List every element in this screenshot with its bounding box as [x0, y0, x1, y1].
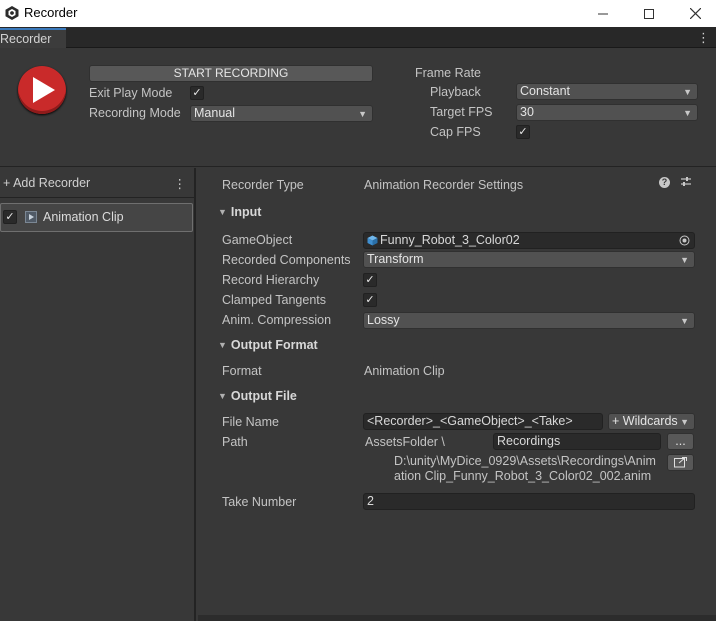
recorder-list-header: + Add Recorder ⋮	[0, 168, 194, 198]
open-output-folder-button[interactable]	[667, 454, 694, 471]
recording-controls: START RECORDING Exit Play Mode ✓ Recordi…	[0, 48, 716, 167]
unity-logo-icon	[5, 6, 19, 20]
path-folder-field[interactable]: Recordings	[493, 433, 661, 450]
chevron-down-icon: ▼	[358, 109, 367, 119]
frame-rate-label: Frame Rate	[415, 66, 481, 80]
kebab-menu-icon[interactable]: ⋮	[174, 176, 187, 191]
chevron-down-icon: ▼	[683, 108, 692, 118]
anim-compression-value: Lossy	[367, 313, 400, 327]
anim-compression-dropdown[interactable]: Lossy ▼	[363, 312, 695, 329]
recorder-type-value: Animation Recorder Settings	[364, 178, 524, 192]
record-hierarchy-checkbox[interactable]: ✓	[363, 273, 377, 287]
add-recorder-button[interactable]: + Add Recorder	[3, 176, 90, 190]
cap-fps-label: Cap FPS	[430, 125, 481, 139]
play-icon	[33, 77, 55, 103]
playback-dropdown[interactable]: Constant ▼	[516, 83, 698, 100]
exit-play-mode-label: Exit Play Mode	[89, 86, 173, 100]
target-fps-dropdown[interactable]: 30 ▼	[516, 104, 698, 121]
take-number-field[interactable]: 2	[363, 493, 695, 510]
gameobject-value: Funny_Robot_3_Color02	[380, 233, 520, 247]
file-name-field[interactable]: <Recorder>_<GameObject>_<Take>	[363, 413, 603, 430]
window-title: Recorder	[24, 5, 78, 20]
recorded-components-label: Recorded Components	[222, 253, 351, 267]
foldout-triangle-icon: ▼	[218, 391, 227, 401]
recorder-item-label: Animation Clip	[43, 210, 124, 224]
minimize-button[interactable]	[580, 0, 626, 27]
full-path-line-2: ation Clip_Funny_Robot_3_Color02_002.ani…	[394, 469, 652, 483]
recorded-components-dropdown[interactable]: Transform ▼	[363, 251, 695, 268]
start-recording-button[interactable]: START RECORDING	[89, 65, 373, 82]
recorder-list-item[interactable]: ✓ Animation Clip	[0, 203, 193, 232]
play-button[interactable]	[18, 66, 66, 114]
target-fps-value: 30	[520, 105, 534, 119]
gameobject-field[interactable]: Funny_Robot_3_Color02	[363, 232, 695, 249]
anim-compression-label: Anim. Compression	[222, 313, 332, 327]
wildcards-dropdown[interactable]: + Wildcards ▼	[608, 413, 695, 430]
tab-strip: Recorder ⋮	[0, 27, 716, 48]
format-value: Animation Clip	[364, 364, 445, 378]
format-label: Format	[222, 364, 262, 378]
chevron-down-icon: ▼	[680, 417, 689, 427]
open-folder-icon	[674, 456, 687, 468]
full-path-line-1: D:\unity\MyDice_0929\Assets\Recordings\A…	[394, 454, 656, 468]
output-file-section-header[interactable]: ▼ Output File	[218, 389, 297, 403]
gameobject-label: GameObject	[222, 233, 293, 247]
window-titlebar: Recorder	[0, 0, 716, 27]
maximize-icon	[644, 8, 654, 19]
close-button[interactable]	[672, 0, 716, 27]
input-section-header[interactable]: ▼ Input	[218, 205, 261, 219]
clamped-tangents-checkbox[interactable]: ✓	[363, 293, 377, 307]
clamped-tangents-label: Clamped Tangents	[222, 293, 327, 307]
recorded-components-value: Transform	[367, 252, 424, 266]
recorder-type-label: Recorder Type	[222, 178, 304, 192]
output-full-path: D:\unity\MyDice_0929\Assets\Recordings\A…	[394, 454, 664, 484]
path-root-dropdown[interactable]: AssetsFolder \	[365, 435, 445, 449]
recorder-list-panel: + Add Recorder ⋮ ✓ Animation Clip	[0, 168, 196, 621]
tab-recorder[interactable]: Recorder	[0, 28, 66, 48]
target-fps-label: Target FPS	[430, 105, 493, 119]
chevron-down-icon: ▼	[680, 255, 689, 265]
file-name-label: File Name	[222, 415, 279, 429]
output-format-section-header[interactable]: ▼ Output Format	[218, 338, 318, 352]
recording-mode-dropdown[interactable]: Manual ▼	[190, 105, 373, 122]
path-label: Path	[222, 435, 248, 449]
playback-value: Constant	[520, 84, 571, 98]
cap-fps-checkbox[interactable]: ✓	[516, 125, 530, 139]
recorder-enabled-checkbox[interactable]: ✓	[3, 210, 17, 224]
minimize-icon	[598, 13, 608, 14]
panel-footer	[198, 615, 716, 621]
exit-play-mode-checkbox[interactable]: ✓	[190, 86, 204, 100]
help-icon[interactable]: ?	[659, 177, 670, 188]
browse-button[interactable]: ...	[667, 433, 694, 450]
recorder-settings-panel: Recorder Type Animation Recorder Setting…	[198, 168, 716, 621]
preset-sliders-icon[interactable]	[680, 176, 692, 188]
object-picker-icon[interactable]	[679, 235, 690, 246]
chevron-down-icon: ▼	[680, 316, 689, 326]
recording-mode-value: Manual	[194, 106, 235, 120]
kebab-menu-icon[interactable]: ⋮	[697, 30, 710, 46]
wildcards-label: + Wildcards	[612, 414, 678, 428]
playback-label: Playback	[430, 85, 481, 99]
maximize-button[interactable]	[626, 0, 672, 27]
recording-mode-label: Recording Mode	[89, 106, 181, 120]
take-number-label: Take Number	[222, 495, 297, 509]
close-icon	[689, 8, 701, 19]
foldout-triangle-icon: ▼	[218, 207, 227, 217]
record-hierarchy-label: Record Hierarchy	[222, 273, 320, 287]
foldout-triangle-icon: ▼	[218, 340, 227, 350]
gameobject-cube-icon	[367, 235, 378, 246]
animation-clip-icon	[25, 211, 37, 223]
chevron-down-icon: ▼	[683, 87, 692, 97]
